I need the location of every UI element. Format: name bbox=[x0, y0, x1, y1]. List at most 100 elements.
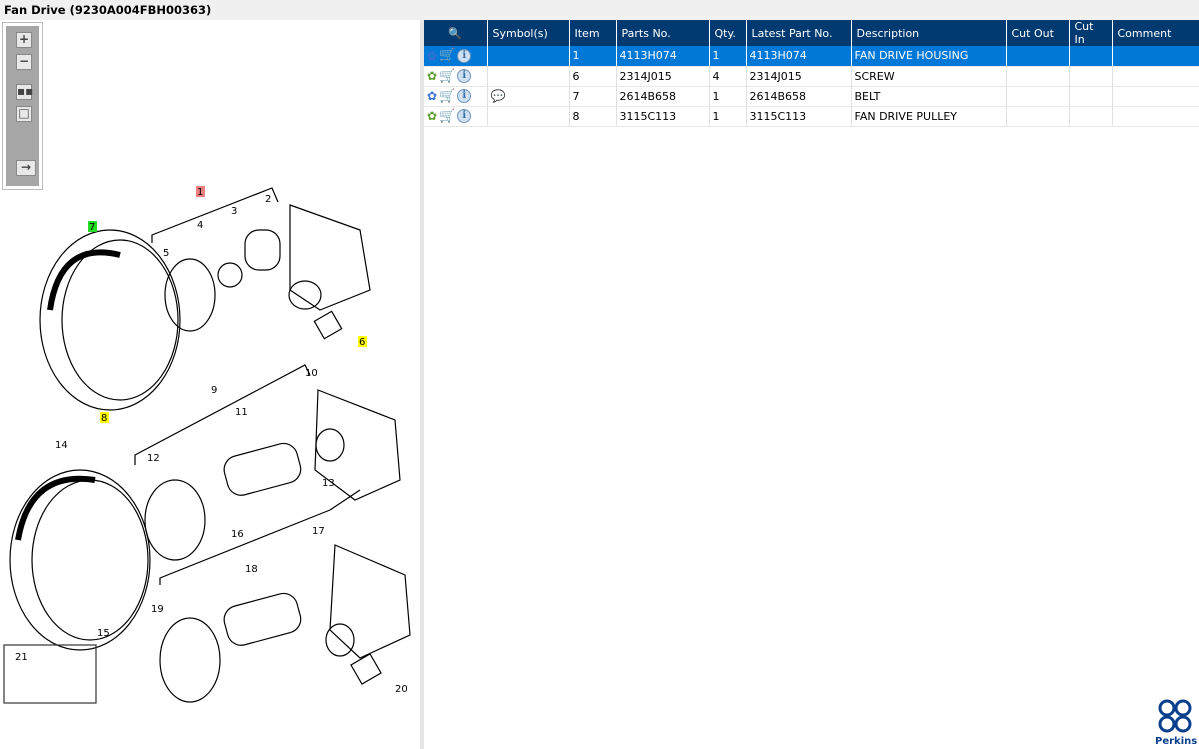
info-icon[interactable]: i bbox=[457, 48, 472, 63]
table-row[interactable]: ✿ 🛒 i 1 4113H074 1 4113H074 FAN DRIVE HOUS… bbox=[424, 46, 1199, 67]
callout-5[interactable]: 5 bbox=[163, 248, 169, 259]
comment-cell bbox=[1112, 46, 1199, 67]
cut-in-cell bbox=[1069, 66, 1113, 87]
column-header-qty[interactable]: Qty. bbox=[709, 20, 747, 46]
comment-cell bbox=[1112, 66, 1199, 87]
symbol-cell bbox=[487, 106, 570, 127]
gear-icon[interactable]: ✿ bbox=[427, 49, 437, 63]
table-row[interactable]: ✿ 🛒 i 💬 7 2614B658 1 2614B658 BELT bbox=[424, 86, 1199, 107]
callout-20[interactable]: 20 bbox=[395, 684, 408, 695]
shaft-11 bbox=[223, 442, 302, 496]
symbol-cell bbox=[487, 46, 570, 67]
column-header-icons[interactable]: 🔍 bbox=[424, 20, 488, 46]
column-header-latest-part-no[interactable]: Latest Part No. bbox=[746, 20, 852, 46]
callout-7[interactable]: 7 bbox=[89, 222, 95, 233]
arrow-right-icon: → bbox=[20, 160, 32, 174]
cut-out-cell bbox=[1006, 106, 1070, 127]
info-icon[interactable]: i bbox=[457, 69, 472, 83]
cut-out-cell bbox=[1006, 86, 1070, 107]
callout-1[interactable]: 1 bbox=[197, 187, 203, 198]
column-header-cut-out[interactable]: Cut Out bbox=[1006, 20, 1070, 46]
callout-11[interactable]: 11 bbox=[235, 407, 248, 418]
item-cell: 6 bbox=[569, 66, 617, 87]
item-cell: 8 bbox=[569, 106, 617, 127]
cart-icon[interactable]: 🛒 bbox=[439, 69, 455, 84]
square-icon: □ bbox=[18, 106, 30, 120]
cut-in-cell bbox=[1069, 106, 1113, 127]
gear-icon[interactable]: ✿ bbox=[427, 69, 437, 83]
grid-icon: ▪▪ bbox=[17, 84, 34, 98]
latest-part-no-cell: 2614B658 bbox=[746, 86, 852, 107]
comment-alert-icon[interactable]: 💬 bbox=[491, 89, 506, 103]
actual-size-button[interactable]: □ bbox=[16, 106, 32, 122]
parts-no-cell: 3115C113 bbox=[616, 106, 710, 127]
callout-3[interactable]: 3 bbox=[231, 206, 237, 217]
info-icon[interactable]: i bbox=[457, 89, 472, 103]
parts-no-cell: 2314J015 bbox=[616, 66, 710, 87]
column-header-parts-no[interactable]: Parts No. bbox=[616, 20, 710, 46]
gear-icon[interactable]: ✿ bbox=[427, 89, 437, 103]
cut-in-cell bbox=[1069, 86, 1113, 107]
callout-15[interactable]: 15 bbox=[97, 628, 110, 639]
column-header-cut-in[interactable]: Cut In bbox=[1069, 20, 1113, 46]
callout-6[interactable]: 6 bbox=[359, 337, 365, 348]
description-cell: FAN DRIVE PULLEY bbox=[851, 106, 1007, 127]
cart-icon[interactable]: 🛒 bbox=[439, 109, 455, 124]
info-icon[interactable]: i bbox=[457, 109, 472, 123]
belt-7 bbox=[47, 249, 121, 311]
cut-in-cell bbox=[1069, 46, 1113, 67]
table-row[interactable]: ✿ 🛒 i 8 3115C113 1 3115C113 FAN DRIVE PULL… bbox=[424, 106, 1199, 127]
callout-14[interactable]: 14 bbox=[55, 440, 68, 451]
callout-10[interactable]: 10 bbox=[305, 368, 318, 379]
screw-20 bbox=[350, 653, 382, 685]
column-header-description[interactable]: Description bbox=[851, 20, 1007, 46]
description-cell: BELT bbox=[851, 86, 1007, 107]
screw-6 bbox=[313, 310, 343, 340]
exploded-parts-diagram: 12345678910111213141516 1718192021 bbox=[3, 186, 411, 704]
callout-16[interactable]: 16 bbox=[231, 529, 244, 540]
row-actions: ✿ 🛒 i bbox=[424, 46, 488, 67]
description-cell: SCREW bbox=[851, 66, 1007, 87]
comment-cell bbox=[1112, 86, 1199, 107]
callout-9[interactable]: 9 bbox=[211, 385, 217, 396]
column-header-item[interactable]: Item bbox=[569, 20, 617, 46]
cut-out-cell bbox=[1006, 66, 1070, 87]
callout-17[interactable]: 17 bbox=[312, 526, 325, 537]
fit-all-button[interactable]: ▪▪ bbox=[16, 84, 34, 100]
callout-21[interactable]: 21 bbox=[15, 652, 28, 663]
comment-cell bbox=[1112, 106, 1199, 127]
callout-12[interactable]: 12 bbox=[147, 453, 160, 464]
column-header-symbols[interactable]: Symbol(s) bbox=[487, 20, 570, 46]
logo-text: Perkins bbox=[1155, 736, 1198, 747]
qty-cell: 1 bbox=[709, 46, 747, 67]
perkins-logo: Perkins bbox=[1155, 699, 1198, 747]
latest-part-no-cell: 4113H074 bbox=[746, 46, 852, 67]
cart-icon[interactable]: 🛒 bbox=[439, 89, 455, 104]
description-cell: FAN DRIVE HOUSING bbox=[851, 46, 1007, 67]
window-title: Fan Drive (9230A004FBH00363) bbox=[0, 0, 1199, 20]
hub-5 bbox=[164, 258, 216, 332]
zoom-out-button[interactable]: − bbox=[16, 54, 32, 70]
zoom-in-button[interactable]: + bbox=[16, 32, 32, 48]
column-header-comment[interactable]: Comment bbox=[1112, 20, 1199, 46]
callout-4[interactable]: 4 bbox=[197, 220, 203, 231]
latest-part-no-cell: 3115C113 bbox=[746, 106, 852, 127]
search-parts-icon: 🔍 bbox=[448, 26, 463, 40]
callout-2[interactable]: 2 bbox=[265, 194, 271, 205]
cart-icon[interactable]: 🛒 bbox=[439, 48, 455, 63]
callout-19[interactable]: 19 bbox=[151, 604, 164, 615]
diagram-toolbar: + − ▪▪ □ → bbox=[2, 22, 43, 190]
callout-8[interactable]: 8 bbox=[101, 413, 107, 424]
housing-17 bbox=[329, 544, 411, 659]
export-button[interactable]: → bbox=[16, 160, 36, 176]
item-cell: 1 bbox=[569, 46, 617, 67]
pulley-8 bbox=[39, 229, 181, 411]
qty-cell: 1 bbox=[709, 106, 747, 127]
table-row[interactable]: ✿ 🛒 i 6 2314J015 4 2314J015 SCREW bbox=[424, 66, 1199, 87]
callout-13[interactable]: 13 bbox=[322, 478, 335, 489]
callout-18[interactable]: 18 bbox=[245, 564, 258, 575]
symbol-cell bbox=[487, 66, 570, 87]
cut-out-cell bbox=[1006, 46, 1070, 67]
gear-icon[interactable]: ✿ bbox=[427, 109, 437, 123]
parts-no-cell: 2614B658 bbox=[616, 86, 710, 107]
